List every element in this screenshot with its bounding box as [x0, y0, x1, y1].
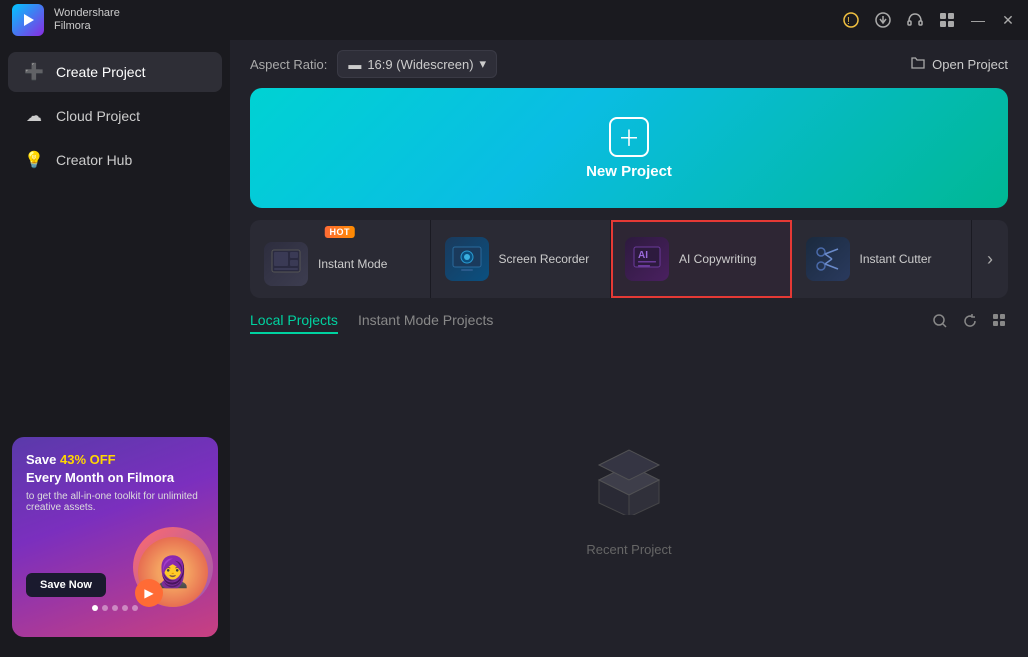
- minimize-button[interactable]: —: [970, 12, 986, 28]
- sidebar-item-label-cloud: Cloud Project: [56, 108, 140, 124]
- svg-text:!: !: [847, 16, 850, 27]
- dot-2: [102, 605, 108, 611]
- sidebar-item-cloud-project[interactable]: ☁ Cloud Project: [8, 96, 222, 136]
- create-project-icon: ➕: [24, 62, 44, 82]
- ad-headline2: Every Month on Filmora: [26, 470, 174, 485]
- screen-recorder-label: Screen Recorder: [499, 252, 590, 266]
- tabs-right: [932, 313, 1008, 334]
- new-project-label: New Project: [586, 163, 672, 180]
- sidebar-item-create-project[interactable]: ➕ Create Project: [8, 52, 222, 92]
- empty-box-icon: [589, 445, 669, 530]
- top-bar: Aspect Ratio: ▬ 16:9 (Widescreen) ▾ Open…: [230, 40, 1028, 88]
- view-toggle-icon[interactable]: [992, 313, 1008, 334]
- refresh-icon[interactable]: [962, 313, 978, 334]
- title-bar: Wondershare Filmora ! — ✕: [0, 0, 1028, 40]
- close-button[interactable]: ✕: [1000, 12, 1016, 28]
- dot-3: [112, 605, 118, 611]
- brand-filmora: Filmora: [54, 20, 120, 33]
- feature-cards-row: HOT Instant Mode: [250, 220, 1008, 298]
- feature-card-screen-recorder[interactable]: Screen Recorder: [431, 220, 612, 298]
- logo-icon: [12, 4, 44, 36]
- svg-text:AI: AI: [638, 250, 648, 261]
- dot-4: [122, 605, 128, 611]
- main-layout: ➕ Create Project ☁ Cloud Project 💡 Creat…: [0, 40, 1028, 657]
- new-project-banner[interactable]: ＋ New Project: [250, 88, 1008, 208]
- titlebar-icons: ! — ✕: [842, 11, 1016, 29]
- grid-icon[interactable]: [938, 11, 956, 29]
- new-project-content: ＋ New Project: [586, 117, 672, 180]
- ad-headline1: Save: [26, 452, 60, 467]
- sidebar: ➕ Create Project ☁ Cloud Project 💡 Creat…: [0, 40, 230, 657]
- brand-text: Wondershare Filmora: [54, 7, 120, 33]
- empty-state: Recent Project: [230, 344, 1028, 657]
- ai-copywriting-icon: AI: [625, 237, 669, 281]
- new-project-plus-icon: ＋: [609, 117, 649, 157]
- ad-play-icon[interactable]: ▶: [135, 579, 163, 607]
- creator-hub-icon: 💡: [24, 150, 44, 170]
- brand-wondershare: Wondershare: [54, 7, 120, 20]
- cloud-project-icon: ☁: [24, 106, 44, 126]
- aspect-label: Aspect Ratio:: [250, 57, 327, 72]
- open-project-button[interactable]: Open Project: [910, 55, 1008, 74]
- more-feature-cards-button[interactable]: ›: [972, 220, 1008, 298]
- ad-title: Save 43% OFF Every Month on Filmora: [26, 451, 204, 487]
- tab-instant-mode-projects[interactable]: Instant Mode Projects: [358, 312, 493, 334]
- sidebar-ad-card: Save 43% OFF Every Month on Filmora to g…: [12, 437, 218, 637]
- instant-cutter-icon: [806, 237, 850, 281]
- tabs-left: Local Projects Instant Mode Projects: [250, 312, 493, 334]
- ad-sub: to get the all-in-one toolkit for unlimi…: [26, 491, 204, 513]
- ai-copywriting-label: AI Copywriting: [679, 252, 756, 266]
- screen-recorder-icon: [445, 237, 489, 281]
- instant-cutter-label: Instant Cutter: [860, 252, 932, 266]
- brand-area: Wondershare Filmora: [12, 4, 120, 36]
- instant-mode-icon: [264, 242, 308, 286]
- feature-card-ai-copywriting[interactable]: AI AI Copywriting: [611, 220, 792, 298]
- dot-1: [92, 605, 98, 611]
- instant-mode-label: Instant Mode: [318, 257, 387, 271]
- feature-card-instant-cutter[interactable]: Instant Cutter: [792, 220, 973, 298]
- hot-badge: HOT: [325, 226, 356, 238]
- open-project-folder-icon: [910, 55, 926, 74]
- aspect-chevron-icon: ▾: [480, 56, 487, 72]
- ad-save-now-button[interactable]: Save Now: [26, 573, 106, 597]
- dot-5: [132, 605, 138, 611]
- aspect-select-value: 16:9 (Widescreen): [367, 57, 473, 72]
- sidebar-item-label-hub: Creator Hub: [56, 152, 132, 168]
- sidebar-item-label-create: Create Project: [56, 64, 145, 80]
- tab-local-projects[interactable]: Local Projects: [250, 312, 338, 334]
- aspect-select-icon: ▬: [348, 57, 361, 72]
- sidebar-item-creator-hub[interactable]: 💡 Creator Hub: [8, 140, 222, 180]
- content-area: Aspect Ratio: ▬ 16:9 (Widescreen) ▾ Open…: [230, 40, 1028, 657]
- brand-name: Wondershare Filmora: [54, 7, 120, 33]
- ad-highlight: 43% OFF: [60, 452, 116, 467]
- feature-card-instant-mode[interactable]: HOT Instant Mode: [250, 220, 431, 298]
- aspect-select-dropdown[interactable]: ▬ 16:9 (Widescreen) ▾: [337, 50, 497, 78]
- notification-icon[interactable]: !: [842, 11, 860, 29]
- aspect-ratio-group: Aspect Ratio: ▬ 16:9 (Widescreen) ▾: [250, 50, 497, 78]
- headset-icon[interactable]: [906, 11, 924, 29]
- download-icon[interactable]: [874, 11, 892, 29]
- search-icon[interactable]: [932, 313, 948, 334]
- open-project-label: Open Project: [932, 57, 1008, 72]
- projects-tabs: Local Projects Instant Mode Projects: [230, 312, 1028, 334]
- empty-label: Recent Project: [586, 542, 671, 557]
